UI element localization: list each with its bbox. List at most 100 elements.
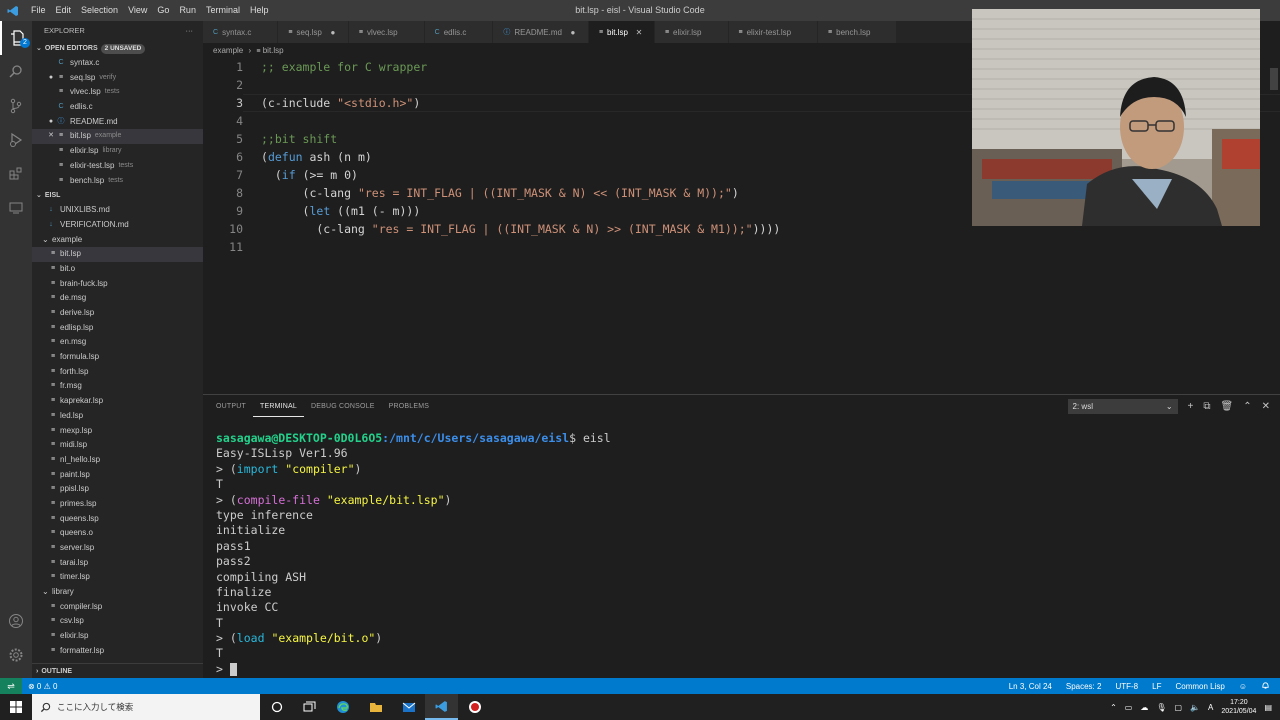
files-icon[interactable]: 2	[0, 21, 32, 55]
maximize-panel-icon[interactable]: ⌃	[1243, 401, 1251, 412]
notifications-icon[interactable]	[1261, 681, 1270, 692]
settings-gear-icon[interactable]	[0, 638, 32, 672]
file-item[interactable]: ≡ en.msg	[32, 335, 203, 350]
file-item[interactable]: ≡ edlisp.lsp	[32, 321, 203, 336]
open-editors-section[interactable]: ⌄ OPEN EDITORS 2 UNSAVED	[32, 41, 203, 56]
file-item[interactable]: ↓ UNIXLIBS.md	[32, 203, 203, 218]
menu-go[interactable]: Go	[152, 0, 174, 21]
task-view-icon[interactable]	[293, 694, 326, 720]
file-item[interactable]: ≡ de.msg	[32, 291, 203, 306]
file-item[interactable]: ≡ mexp.lsp	[32, 424, 203, 439]
chevron-up-icon[interactable]: ⌃	[1110, 703, 1117, 712]
panel-tab-output[interactable]: OUTPUT	[209, 395, 253, 419]
recorder-icon[interactable]	[458, 694, 491, 720]
menu-terminal[interactable]: Terminal	[201, 0, 245, 21]
clock[interactable]: 17:20 2021/05/04	[1221, 698, 1256, 716]
breadcrumb-folder[interactable]: example	[213, 46, 243, 55]
menu-selection[interactable]: Selection	[76, 0, 123, 21]
end-of-line[interactable]: LF	[1152, 682, 1161, 691]
tab-edlis-c[interactable]: Cedlis.c	[424, 21, 494, 43]
file-item[interactable]: ≡ csv.lsp	[32, 614, 203, 629]
file-item[interactable]: ≡ bit.o	[32, 262, 203, 277]
volume-icon[interactable]: 🔈	[1190, 703, 1200, 712]
minimap-slider[interactable]	[1270, 68, 1278, 90]
windows-start-icon[interactable]	[0, 694, 32, 720]
panel-tab-debug-console[interactable]: DEBUG CONSOLE	[304, 395, 382, 419]
tab-syntax-c[interactable]: Csyntax.c	[203, 21, 279, 43]
file-item[interactable]: ≡ forth.lsp	[32, 365, 203, 380]
folder-example[interactable]: ⌄ example	[32, 233, 203, 248]
project-section[interactable]: ⌄ EISL	[32, 188, 203, 203]
file-item[interactable]: ≡ timer.lsp	[32, 570, 203, 585]
split-terminal-icon[interactable]: ⧉	[1203, 401, 1210, 412]
new-terminal-icon[interactable]: +	[1188, 401, 1194, 412]
file-item[interactable]: ≡ tarai.lsp	[32, 556, 203, 571]
tab-README-md[interactable]: ⓘ README.md ●	[493, 21, 589, 43]
extensions-icon[interactable]	[0, 157, 32, 191]
menu-view[interactable]: View	[123, 0, 152, 21]
code-line[interactable]: (c-lang "res = INT_FLAG | ((INT_MASK & N…	[261, 220, 780, 238]
unsaved-dot-icon[interactable]: ●	[46, 71, 56, 86]
open-editor-item[interactable]: ≡ bench.lsp tests	[32, 174, 203, 189]
file-item[interactable]: ↓ VERIFICATION.md	[32, 218, 203, 233]
panel-tab-problems[interactable]: PROBLEMS	[382, 395, 437, 419]
feedback-icon[interactable]: ☺	[1239, 682, 1247, 691]
file-item[interactable]: ≡ midi.lsp	[32, 438, 203, 453]
code-line[interactable]: ;; example for C wrapper	[261, 58, 427, 76]
unsaved-dot-icon[interactable]: ●	[326, 28, 340, 37]
code-line[interactable]: (let ((m1 (- m)))	[261, 202, 421, 220]
file-item[interactable]: ≡ ppisl.lsp	[32, 482, 203, 497]
file-item[interactable]: ≡ server.lsp	[32, 541, 203, 556]
close-icon[interactable]: ✕	[632, 28, 646, 37]
ime-indicator[interactable]: A	[1208, 703, 1213, 712]
open-editor-item[interactable]: Cedlis.c	[32, 100, 203, 115]
open-editor-item[interactable]: ● ⓘ README.md	[32, 115, 203, 130]
file-item[interactable]: ≡ queens.o	[32, 526, 203, 541]
open-editor-item[interactable]: ≡ elixir-test.lsp tests	[32, 159, 203, 174]
file-item[interactable]: ≡ formatter.lsp	[32, 644, 203, 659]
code-line[interactable]: (c-lang "res = INT_FLAG | ((INT_MASK & N…	[261, 184, 739, 202]
tab-elixir-test-lsp[interactable]: ≡ elixir-test.lsp	[728, 21, 819, 43]
breadcrumb-file[interactable]: bit.lsp	[263, 46, 284, 55]
remote-indicator-icon[interactable]: ⇌	[0, 678, 22, 694]
vscode-taskbar-icon[interactable]	[425, 694, 458, 720]
unsaved-dot-icon[interactable]: ●	[566, 28, 580, 37]
file-item[interactable]: ≡ paint.lsp	[32, 468, 203, 483]
open-editor-item[interactable]: ● ≡ seq.lsp verify	[32, 71, 203, 86]
menu-file[interactable]: File	[26, 0, 51, 21]
file-item[interactable]: ≡ brain-fuck.lsp	[32, 277, 203, 292]
notification-center-icon[interactable]: ▤	[1264, 703, 1272, 712]
file-item[interactable]: ≡ led.lsp	[32, 409, 203, 424]
code-line[interactable]: (defun ash (n m)	[261, 148, 372, 166]
microphone-icon[interactable]: 🎙	[1156, 703, 1166, 712]
close-icon[interactable]: ✕	[46, 129, 56, 144]
open-editor-item[interactable]: ≡ elixir.lsp library	[32, 144, 203, 159]
file-item[interactable]: ≡ primes.lsp	[32, 497, 203, 512]
run-debug-icon[interactable]	[0, 123, 32, 157]
language-mode[interactable]: Common Lisp	[1175, 682, 1224, 691]
more-actions-icon[interactable]: ···	[186, 21, 194, 41]
unsaved-dot-icon[interactable]: ●	[46, 115, 56, 130]
cursor-position[interactable]: Ln 3, Col 24	[1009, 682, 1052, 691]
trash-icon[interactable]: 🗑	[1221, 401, 1234, 412]
tab-bit-lsp[interactable]: ≡ bit.lsp ✕	[588, 21, 655, 43]
code-line[interactable]: ;;bit shift	[261, 130, 337, 148]
file-item[interactable]: ≡ formula.lsp	[32, 350, 203, 365]
file-item[interactable]: ≡ bit.lsp	[32, 247, 203, 262]
outline-section[interactable]: › OUTLINE	[32, 663, 203, 678]
tab-elixir-lsp[interactable]: ≡ elixir.lsp	[654, 21, 729, 43]
file-item[interactable]: ≡ queens.lsp	[32, 512, 203, 527]
open-editor-item[interactable]: ≡ vlvec.lsp tests	[32, 85, 203, 100]
file-item[interactable]: ≡ compiler.lsp	[32, 600, 203, 615]
account-icon[interactable]	[0, 604, 32, 638]
file-item[interactable]: ≡ elixir.lsp	[32, 629, 203, 644]
taskbar-search-box[interactable]: ここに入力して検索	[32, 694, 260, 720]
file-item[interactable]: ≡ kaprekar.lsp	[32, 394, 203, 409]
open-editor-item[interactable]: Csyntax.c	[32, 56, 203, 71]
problems-count[interactable]: ⊗ 0 ⚠ 0	[22, 682, 57, 691]
edge-browser-icon[interactable]	[326, 694, 359, 720]
tab-seq-lsp[interactable]: ≡ seq.lsp ●	[278, 21, 349, 43]
close-panel-icon[interactable]: ✕	[1262, 401, 1270, 412]
code-line[interactable]: (c-include "<stdio.h>")	[261, 94, 420, 112]
indentation[interactable]: Spaces: 2	[1066, 682, 1102, 691]
